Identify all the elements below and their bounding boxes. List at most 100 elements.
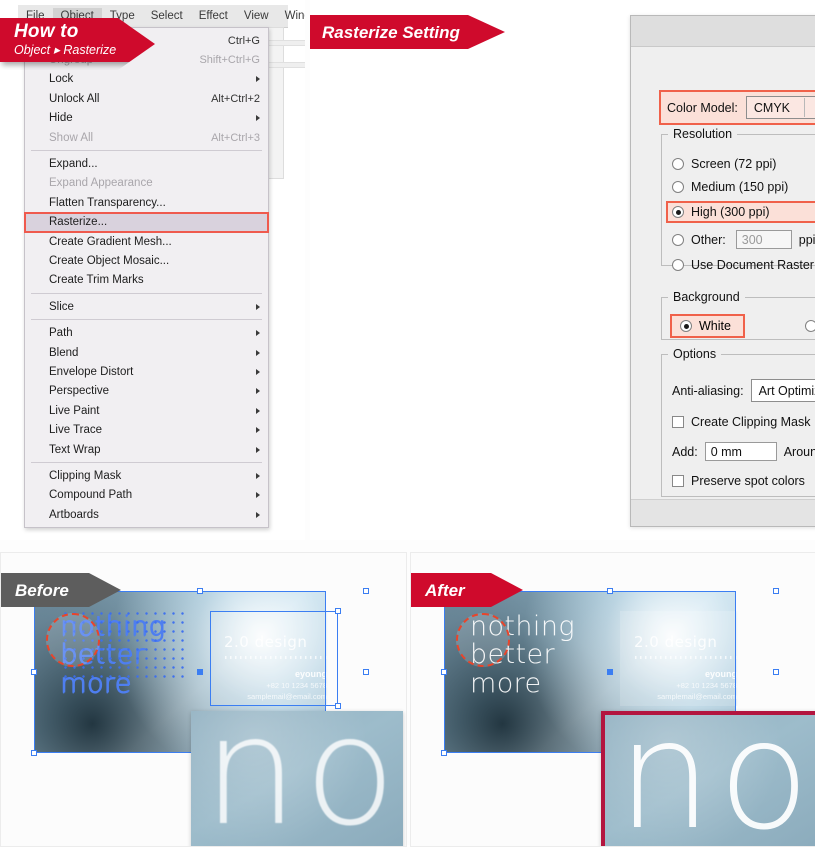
options-list: Anti-aliasing: Art Optimized (Supersampl… xyxy=(672,379,815,488)
selection-handle[interactable] xyxy=(773,669,779,675)
rasterize-dialog: Rasterize Color Model: CMYK Res xyxy=(630,15,815,527)
before-zoom-inset: no xyxy=(191,711,403,847)
menu-item-label: Unlock All xyxy=(49,93,197,105)
menu-item-label: Blend xyxy=(49,347,246,359)
menu-item-shortcut: Shift+Ctrl+G xyxy=(199,54,260,66)
selection-handle[interactable] xyxy=(773,588,779,594)
radio-document-raster[interactable]: Use Document Raster Effects Resolution xyxy=(672,258,815,272)
selection-handle[interactable] xyxy=(335,703,341,709)
menu-item-label: Live Paint xyxy=(49,405,246,417)
menu-item-label: Text Wrap xyxy=(49,444,246,456)
menu-item-flatten-transparency[interactable]: Flatten Transparency... xyxy=(25,193,268,212)
before-zoom-marker-circle xyxy=(46,613,100,667)
color-model-row: Color Model: CMYK xyxy=(667,96,815,119)
menu-item-expand[interactable]: Expand... xyxy=(25,154,268,173)
menu-item-show-all: Show AllAlt+Ctrl+3 xyxy=(25,128,268,147)
menu-item-label: Artboards xyxy=(49,509,246,521)
menu-item-clipping-mask[interactable]: Clipping Mask xyxy=(25,466,268,485)
color-model-select[interactable]: CMYK xyxy=(746,96,815,119)
menu-item-perspective[interactable]: Perspective xyxy=(25,382,268,401)
select-divider xyxy=(804,98,805,117)
selection-handle[interactable] xyxy=(363,588,369,594)
dialog-body: Color Model: CMYK Resolution xyxy=(631,47,815,499)
color-model-highlight: Color Model: CMYK xyxy=(661,92,815,123)
menu-item-hide[interactable]: Hide xyxy=(25,109,268,128)
resolution-options: Screen (72 ppi) Medium (150 ppi) High (3… xyxy=(672,157,815,272)
menubar-item-window[interactable]: Window xyxy=(277,8,305,24)
checkbox-preserve-spot-colors[interactable]: Preserve spot colors xyxy=(672,474,815,488)
rasterize-setting-label: Rasterize Setting xyxy=(322,24,517,41)
checkbox-label: Create Clipping Mask xyxy=(691,415,811,429)
submenu-arrow-icon xyxy=(256,512,260,518)
submenu-arrow-icon xyxy=(256,473,260,479)
add-label: Add: xyxy=(672,445,698,459)
radio-other[interactable]: Other: 300 ppi xyxy=(672,230,815,249)
radio-medium-150[interactable]: Medium (150 ppi) xyxy=(672,180,815,194)
menu-item-create-trim-marks[interactable]: Create Trim Marks xyxy=(25,271,268,290)
menu-item-slice[interactable]: Slice xyxy=(25,297,268,316)
selection-anchor-center[interactable] xyxy=(197,669,203,675)
background-legend: Background xyxy=(668,290,745,304)
menu-item-create-object-mosaic[interactable]: Create Object Mosaic... xyxy=(25,251,268,270)
checkbox-create-clipping-mask[interactable]: Create Clipping Mask xyxy=(672,415,815,429)
antialias-label: Anti-aliasing: xyxy=(672,384,744,398)
menu-item-artboards[interactable]: Artboards xyxy=(25,505,268,524)
menu-item-compound-path[interactable]: Compound Path xyxy=(25,486,268,505)
menu-item-label: Path xyxy=(49,327,246,339)
background-options: White Transparent xyxy=(672,316,815,336)
menu-item-path[interactable]: Path xyxy=(25,323,268,342)
menubar-item-view[interactable]: View xyxy=(236,8,277,24)
radio-label: High (300 ppi) xyxy=(691,205,770,219)
menu-separator xyxy=(31,462,262,463)
menu-item-label: Flatten Transparency... xyxy=(49,197,260,209)
radio-white-highlight[interactable]: White xyxy=(672,316,743,336)
selection-handle[interactable] xyxy=(197,588,203,594)
radio-label: Other: xyxy=(691,233,726,247)
menubar-item-select[interactable]: Select xyxy=(143,8,191,24)
menu-item-label: Live Trace xyxy=(49,424,246,436)
menu-scroll-strip[interactable] xyxy=(268,27,284,179)
selection-handle[interactable] xyxy=(363,669,369,675)
submenu-arrow-icon xyxy=(256,447,260,453)
add-input[interactable]: 0 mm xyxy=(705,442,777,461)
rasterize-dialog-panel: Rasterize Color Model: CMYK Res xyxy=(310,0,815,540)
radio-label: Use Document Raster Effects Resolution xyxy=(691,258,815,272)
submenu-arrow-icon xyxy=(256,76,260,82)
radio-icon xyxy=(805,320,815,332)
antialias-select[interactable]: Art Optimized (Supersampling) xyxy=(751,379,815,402)
radio-high-300-highlight[interactable]: High (300 ppi) xyxy=(668,203,815,221)
menu-item-blend[interactable]: Blend xyxy=(25,343,268,362)
selection-handle[interactable] xyxy=(607,588,613,594)
radio-label: White xyxy=(699,319,731,333)
before-card-selection-box[interactable] xyxy=(210,611,338,706)
menu-item-text-wrap[interactable]: Text Wrap xyxy=(25,440,268,459)
menu-item-shortcut: Ctrl+G xyxy=(228,35,260,47)
radio-transparent[interactable]: Transparent xyxy=(805,319,815,333)
menu-item-live-trace[interactable]: Live Trace xyxy=(25,420,268,439)
menu-item-expand-appearance: Expand Appearance xyxy=(25,174,268,193)
selection-handle[interactable] xyxy=(31,750,37,756)
selection-anchor-center[interactable] xyxy=(607,669,613,675)
menu-item-lock[interactable]: Lock xyxy=(25,70,268,89)
menubar-item-effect[interactable]: Effect xyxy=(191,8,236,24)
resolution-legend: Resolution xyxy=(668,127,737,141)
selection-handle[interactable] xyxy=(335,608,341,614)
radio-screen-72[interactable]: Screen (72 ppi) xyxy=(672,157,815,171)
menu-item-label: Slice xyxy=(49,301,246,313)
menu-item-unlock-all[interactable]: Unlock AllAlt+Ctrl+2 xyxy=(25,89,268,108)
menu-item-label: Lock xyxy=(49,73,246,85)
selection-handle[interactable] xyxy=(441,669,447,675)
radio-label: Medium (150 ppi) xyxy=(691,180,788,194)
selection-handle[interactable] xyxy=(31,669,37,675)
dialog-footer xyxy=(631,499,815,526)
selection-handle[interactable] xyxy=(441,750,447,756)
menu-item-rasterize[interactable]: Rasterize... xyxy=(25,213,268,232)
before-panel: nothing better more 2.0 design eyoung +8… xyxy=(0,552,407,847)
object-dropdown-menu[interactable]: GroupCtrl+GUngroupShift+Ctrl+GLockUnlock… xyxy=(24,27,269,528)
color-model-label: Color Model: xyxy=(667,101,738,115)
menu-item-live-paint[interactable]: Live Paint xyxy=(25,401,268,420)
menu-item-label: Expand... xyxy=(49,158,260,170)
other-ppi-input[interactable]: 300 xyxy=(736,230,792,249)
menu-item-envelope-distort[interactable]: Envelope Distort xyxy=(25,362,268,381)
menu-item-create-gradient-mesh[interactable]: Create Gradient Mesh... xyxy=(25,232,268,251)
